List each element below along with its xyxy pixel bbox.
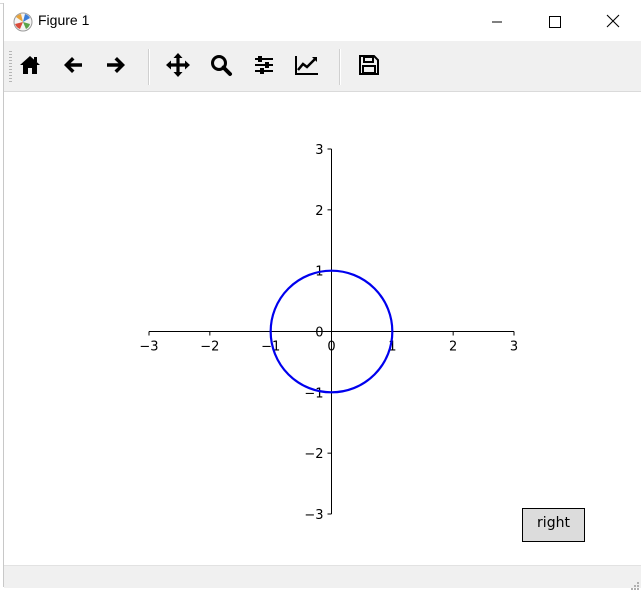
forward-button[interactable] xyxy=(99,50,133,84)
zoom-button[interactable] xyxy=(204,50,238,84)
configure-subplots-button[interactable] xyxy=(247,50,281,84)
y-tick-label: 3 xyxy=(315,143,323,158)
y-tick-label: 0 xyxy=(315,326,323,341)
toolbar-separator xyxy=(339,49,341,85)
x-tick-label: −2 xyxy=(200,340,219,355)
close-button[interactable] xyxy=(590,3,636,41)
floppy-disk-icon xyxy=(358,54,380,80)
window-title: Figure 1 xyxy=(38,12,90,28)
toolbar-separator xyxy=(148,49,150,85)
maximize-button[interactable] xyxy=(532,3,578,41)
y-tick-label: 2 xyxy=(315,204,323,219)
resize-grip-icon[interactable] xyxy=(630,576,640,590)
status-bar xyxy=(4,565,641,590)
pan-button[interactable] xyxy=(161,50,195,84)
sliders-icon xyxy=(252,53,276,81)
figure-window: Figure 1 −3 −2 −1 0 1 2 3 −3 −2 −1 0 1 2… xyxy=(3,3,641,590)
right-button[interactable]: right xyxy=(522,508,585,542)
minimize-icon xyxy=(491,13,503,32)
edit-axes-button[interactable] xyxy=(290,50,324,84)
toolbar-grip[interactable] xyxy=(9,51,12,83)
magnifier-icon xyxy=(209,53,233,81)
axes-plot[interactable]: −3 −2 −1 0 1 2 3−3−2−10123 xyxy=(4,92,641,565)
save-button[interactable] xyxy=(352,50,386,84)
matplotlib-app-icon xyxy=(13,12,33,32)
x-tick-label: 2 xyxy=(449,340,457,355)
x-tick-label: 3 xyxy=(510,340,518,355)
figure-canvas[interactable]: −3 −2 −1 0 1 2 3 −3 −2 −1 0 1 2 3 right xyxy=(4,92,641,565)
close-icon xyxy=(606,13,620,32)
y-tick-label: −2 xyxy=(304,447,323,462)
title-bar[interactable]: Figure 1 xyxy=(4,3,641,41)
minimize-button[interactable] xyxy=(474,3,520,41)
x-tick-label: 0 xyxy=(327,340,335,355)
arrow-right-icon xyxy=(104,53,128,81)
line-chart-icon xyxy=(294,53,320,81)
y-tick-label: −3 xyxy=(304,508,323,523)
home-icon xyxy=(18,53,42,81)
home-button[interactable] xyxy=(13,50,47,84)
back-button[interactable] xyxy=(56,50,90,84)
maximize-icon xyxy=(549,13,561,32)
arrow-left-icon xyxy=(61,53,85,81)
move-icon xyxy=(165,52,191,82)
x-tick-label: −3 xyxy=(139,340,158,355)
navigation-toolbar xyxy=(4,41,641,92)
y-tick-label: −1 xyxy=(304,386,323,401)
